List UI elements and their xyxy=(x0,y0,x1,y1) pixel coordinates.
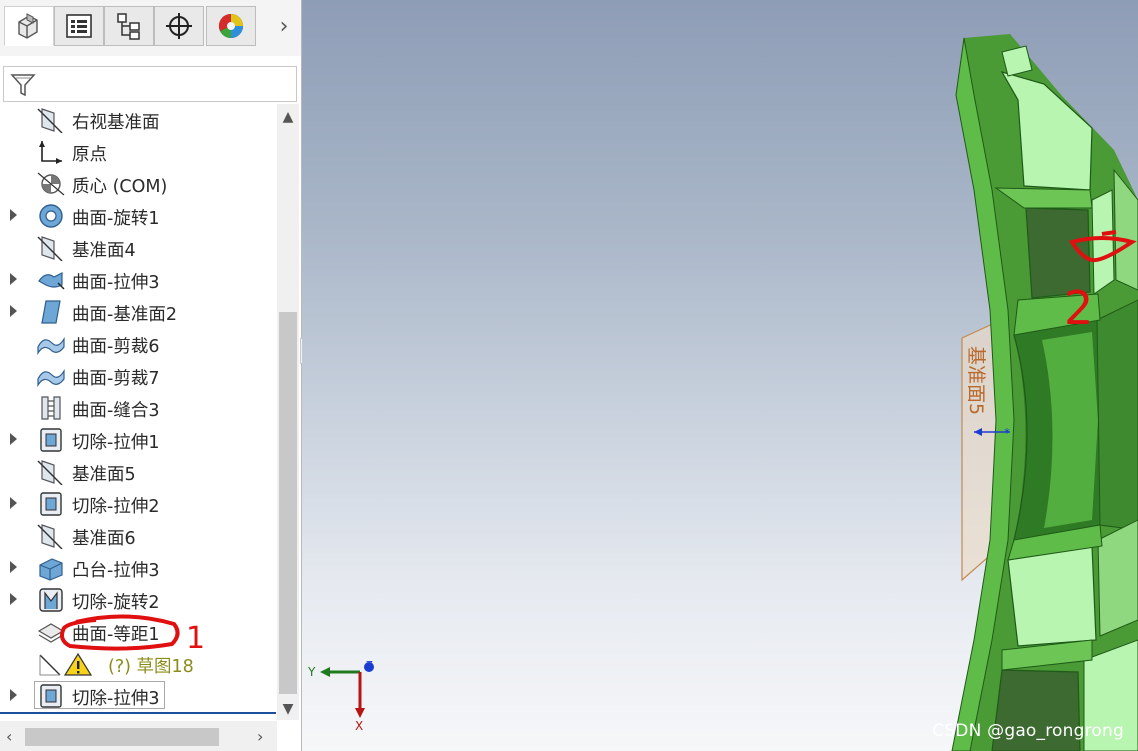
tree-item[interactable]: 切除-拉伸1 xyxy=(0,424,276,456)
expand-arrow-icon[interactable] xyxy=(10,209,17,221)
feature-manager-icon xyxy=(18,13,38,39)
tab-property-manager[interactable] xyxy=(54,6,104,46)
surface-knit-icon xyxy=(36,395,66,421)
expand-arrow-icon[interactable] xyxy=(10,497,17,509)
surface-trim-icon xyxy=(36,363,66,389)
graphics-viewport[interactable]: 基准面5 * 2 Y X Z CSDN @gao_rongrong xyxy=(302,0,1138,751)
tab-display-manager[interactable] xyxy=(206,6,256,46)
tree-item-label: 曲面-拉伸3 xyxy=(72,273,160,293)
tree-item[interactable]: 质心 (COM) xyxy=(0,168,276,200)
surface-extrude-icon xyxy=(36,267,66,293)
tree-item-label: 曲面-剪裁6 xyxy=(72,337,160,357)
tree-item[interactable]: 曲面-拉伸3 xyxy=(0,264,276,296)
tree-item[interactable]: 曲面-缝合3 xyxy=(0,392,276,424)
tree-item[interactable]: 基准面6 xyxy=(0,520,276,552)
rollback-bar[interactable] xyxy=(0,712,276,714)
chevron-right-icon[interactable]: › xyxy=(272,10,296,42)
plane-label: 基准面5 xyxy=(965,346,987,415)
tree-item[interactable]: 凸台-拉伸3 xyxy=(0,552,276,584)
expand-arrow-icon[interactable] xyxy=(10,561,17,573)
scroll-right-icon[interactable]: › xyxy=(257,727,263,746)
filter-input[interactable] xyxy=(3,66,297,102)
tree-item-label: 切除-拉伸1 xyxy=(72,433,160,453)
display-manager-icon xyxy=(218,13,243,39)
expand-arrow-icon[interactable] xyxy=(10,593,17,605)
planar-surface-icon xyxy=(36,299,66,325)
tab-dimxpert-manager[interactable] xyxy=(154,6,204,46)
tree-item-label: 基准面6 xyxy=(72,529,136,549)
tree-item-label: 右视基准面 xyxy=(72,113,160,133)
tree-item-label: 曲面-旋转1 xyxy=(72,209,160,229)
plane-icon xyxy=(36,235,66,262)
configuration-manager-icon xyxy=(117,13,140,40)
tree-item-label: 基准面5 xyxy=(72,465,136,485)
crosshair-icon xyxy=(166,13,192,39)
origin-icon xyxy=(36,139,66,165)
boss-extrude-icon xyxy=(36,555,66,581)
tree-item[interactable]: 曲面-剪裁7 xyxy=(0,360,276,392)
tree-item[interactable]: 曲面-旋转1 xyxy=(0,200,276,232)
scroll-left-icon[interactable]: ‹ xyxy=(6,727,12,746)
expand-arrow-icon[interactable] xyxy=(10,273,17,285)
tree-item-label: 曲面-剪裁7 xyxy=(72,369,160,389)
tree-item[interactable]: 右视基准面 xyxy=(0,104,276,136)
plane-icon xyxy=(36,107,66,134)
tree-item-label: 基准面4 xyxy=(72,241,136,261)
triad-x-label: X xyxy=(355,719,363,733)
property-manager-icon xyxy=(66,14,92,38)
expand-arrow-icon[interactable] xyxy=(10,689,17,701)
tree-vertical-scrollbar[interactable]: ▲ ▼ xyxy=(277,104,299,720)
tree-item-label: 曲面-基准面2 xyxy=(72,305,177,325)
scroll-down-icon[interactable]: ▼ xyxy=(277,700,299,718)
plane-icon xyxy=(36,459,66,486)
triad-y-label: Y xyxy=(307,665,316,679)
scroll-thumb-horizontal[interactable] xyxy=(25,728,219,746)
cut-extrude-icon xyxy=(36,427,66,453)
filter-icon xyxy=(10,74,36,97)
annotation-label-2: 2 xyxy=(1064,281,1093,335)
expand-arrow-icon[interactable] xyxy=(10,433,17,445)
watermark: CSDN @gao_rongrong xyxy=(932,721,1124,741)
tree-item-label: 质心 (COM) xyxy=(72,177,168,197)
tree-item-label: 切除-拉伸2 xyxy=(72,497,160,517)
surface-revolve-icon xyxy=(36,203,66,229)
tree-item[interactable]: 基准面4 xyxy=(0,232,276,264)
tree-item[interactable]: 切除-拉伸3 xyxy=(0,680,276,712)
annotation-circle: 1 xyxy=(60,614,205,656)
tree-item-label: 曲面-缝合3 xyxy=(72,401,160,421)
scroll-thumb[interactable] xyxy=(279,312,297,694)
tab-configuration-manager[interactable] xyxy=(104,6,154,46)
plane-icon xyxy=(36,523,66,550)
surface-trim-icon xyxy=(36,331,66,357)
tree-item[interactable]: 曲面-基准面2 xyxy=(0,296,276,328)
tree-item[interactable]: 切除-拉伸2 xyxy=(0,488,276,520)
scroll-up-icon[interactable]: ▲ xyxy=(277,108,299,126)
expand-arrow-icon[interactable] xyxy=(10,305,17,317)
cut-extrude-icon xyxy=(36,491,66,517)
tree-item[interactable]: 曲面-剪裁6 xyxy=(0,328,276,360)
tree-item-label: 切除-旋转2 xyxy=(72,593,160,613)
tree-horizontal-scrollbar[interactable]: ‹ › xyxy=(0,721,277,751)
cut-extrude-icon xyxy=(36,683,66,709)
cut-revolve-icon xyxy=(36,587,66,613)
tree-item[interactable]: 基准面5 xyxy=(0,456,276,488)
svg-text:*: * xyxy=(1004,426,1010,440)
panel-tab-bar: › xyxy=(0,0,301,56)
part-model[interactable]: 基准面5 * 2 Y X Z xyxy=(302,0,1138,751)
tab-feature-manager[interactable] xyxy=(4,6,54,46)
tree-item-label: 凸台-拉伸3 xyxy=(72,561,160,581)
tree-item[interactable]: 原点 xyxy=(0,136,276,168)
tree-item-label: 原点 xyxy=(72,145,107,165)
annotation-label-1: 1 xyxy=(186,621,205,656)
triad-z-label: Z xyxy=(366,660,373,671)
view-triad[interactable]: Y X Z xyxy=(307,660,374,733)
tree-item-label: 切除-拉伸3 xyxy=(72,689,160,709)
center-of-mass-icon xyxy=(36,171,66,197)
